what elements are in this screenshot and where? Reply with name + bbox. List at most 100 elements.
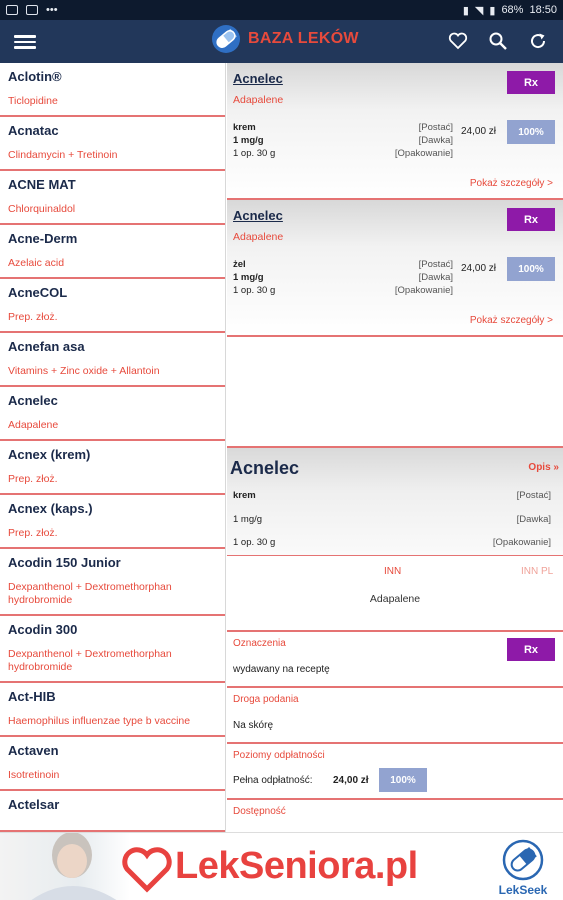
drug-name: Aclotin®	[8, 69, 62, 84]
drug-list-item[interactable]: Acnex (krem) Prep. złoż.	[0, 441, 225, 495]
drug-substance: Isotretinoin	[8, 769, 60, 781]
detail-form-row: krem [Postać]	[233, 490, 551, 501]
detail-dose-label: [Dawka]	[516, 514, 551, 525]
drug-list-item[interactable]: Acnatac Clindamycin + Tretinoin	[0, 117, 225, 171]
lekseek-logo[interactable]: LekSeek	[492, 839, 554, 897]
variant-price: 24,00 zł	[461, 263, 497, 274]
detail-pack: 1 op. 30 g	[233, 537, 276, 548]
drug-list-item[interactable]: Actelsar	[0, 791, 225, 832]
detail-title: Acnelec	[230, 458, 300, 478]
drug-substance: Prep. złoż.	[8, 527, 58, 539]
route-label: Droga podania	[233, 694, 299, 705]
variant-card[interactable]: Acnelec Adapalene Rx żel [Postać] 1 mg/g…	[227, 200, 563, 337]
drug-substance: Chlorquinaldol	[8, 203, 76, 215]
oznaczenia-value: wydawany na receptę	[233, 664, 330, 675]
drug-name: Acne-Derm	[8, 231, 78, 246]
drug-substance: Clindamycin + Tretinoin	[8, 149, 118, 161]
right-panel: Acnelec Adapalene Rx krem [Postać] 1 mg/…	[227, 63, 563, 832]
tab-inn-pl[interactable]: INN PL	[521, 566, 553, 577]
payment-section: Poziomy odpłatności Pełna odpłatność: 24…	[227, 744, 563, 800]
rx-badge[interactable]: Rx	[507, 71, 555, 94]
pill-logo-icon	[212, 25, 240, 53]
availability-label: Dostępność	[233, 806, 286, 817]
drug-name: Actelsar	[8, 797, 60, 812]
person-image	[31, 833, 117, 900]
drug-list-item[interactable]: ACNE MAT Chlorquinaldol	[0, 171, 225, 225]
show-details-link[interactable]: Pokaż szczegóły >	[470, 178, 553, 189]
drug-list-item[interactable]: Acodin 300 Dexpanthenol + Dextromethorpha…	[0, 616, 225, 683]
variant-inn: Adapalene	[233, 231, 284, 243]
detail-view: Acnelec Opis » krem [Postać] 1 mg/g [Daw…	[227, 448, 563, 832]
route-value: Na skórę	[233, 720, 274, 731]
variant-form-label: [Postać]	[418, 259, 453, 270]
description-link[interactable]: Opis »	[528, 462, 559, 473]
drug-list-item[interactable]: Aclotin® Ticlopidine	[0, 63, 225, 117]
variant-pack-row: 1 op. 30 g [Opakowanie]	[233, 147, 453, 160]
brand: BAZA LEKÓW	[210, 24, 359, 54]
drug-list-item[interactable]: Actaven Isotretinoin	[0, 737, 225, 791]
variant-card[interactable]: Acnelec Adapalene Rx krem [Postać] 1 mg/…	[227, 63, 563, 200]
rx-badge[interactable]: Rx	[507, 638, 555, 661]
drug-list-item[interactable]: Acne-Derm Azelaic acid	[0, 225, 225, 279]
refund-badge[interactable]: 100%	[507, 120, 555, 144]
variant-form: krem	[233, 122, 256, 133]
app-title: BAZA LEKÓW	[248, 30, 359, 47]
drug-name: Acnex (krem)	[8, 447, 91, 462]
status-bar: ••• ▮ ◥ ▮ 68% 18:50	[0, 0, 563, 20]
variant-form-row: krem [Postać]	[233, 121, 453, 134]
full-payment-label: Pełna odpłatność:	[233, 775, 313, 786]
drug-name: Acnex (kaps.)	[8, 501, 93, 516]
variant-dose-label: [Dawka]	[418, 272, 453, 283]
battery-level: 68%	[501, 4, 524, 16]
variant-pack-label: [Opakowanie]	[394, 148, 453, 159]
detail-dose-row: 1 mg/g [Dawka]	[233, 514, 551, 525]
variant-pack: 1 op. 30 g	[233, 148, 276, 159]
drug-name: Acodin 150 Junior	[8, 555, 121, 570]
ad-banner[interactable]: LekSeniora.pl LekSeek	[0, 832, 563, 900]
variant-props: żel [Postać] 1 mg/g [Dawka] 1 op. 30 g […	[233, 258, 453, 297]
appbar-actions	[445, 28, 551, 54]
menu-button[interactable]	[14, 32, 36, 50]
search-button[interactable]	[485, 28, 511, 54]
favorites-button[interactable]	[445, 28, 471, 54]
refund-badge[interactable]: 100%	[379, 768, 427, 792]
drug-list-item[interactable]: Acnex (kaps.) Prep. złoż.	[0, 495, 225, 549]
lekseek-label: LekSeek	[498, 883, 548, 897]
status-left: •••	[6, 4, 58, 16]
drug-list-item[interactable]: Acodin 150 Junior Dexpanthenol + Dextrome…	[0, 549, 225, 616]
show-details-link[interactable]: Pokaż szczegóły >	[470, 315, 553, 326]
hamburger-line	[14, 40, 36, 43]
drug-substance: Dexpanthenol + Dextromethorphan hydrobro…	[8, 581, 172, 606]
variant-dose-row: 1 mg/g [Dawka]	[233, 271, 453, 284]
variant-pack-label: [Opakowanie]	[394, 285, 453, 296]
full-payment-price: 24,00 zł	[333, 775, 369, 786]
heart-logo-icon	[122, 847, 172, 893]
route-section: Droga podania Na skórę	[227, 688, 563, 744]
variant-form-label: [Postać]	[418, 122, 453, 133]
drug-list-item[interactable]: Acnelec Adapalene	[0, 387, 225, 441]
variant-dose-row: 1 mg/g [Dawka]	[233, 134, 453, 147]
lekseek-pill-icon	[502, 839, 544, 881]
senior-photo	[0, 833, 130, 900]
hamburger-line	[14, 35, 36, 38]
variant-props: krem [Postać] 1 mg/g [Dawka] 1 op. 30 g …	[233, 121, 453, 160]
drug-substance	[8, 823, 217, 830]
wifi-icon: ◥	[474, 4, 484, 17]
drug-list-item[interactable]: AcneCOL Prep. złoż.	[0, 279, 225, 333]
refund-badge[interactable]: 100%	[507, 257, 555, 281]
oznaczenia-section: Oznaczenia wydawany na receptę Rx	[227, 632, 563, 688]
rx-badge[interactable]: Rx	[507, 208, 555, 231]
inn-value: Adapalene	[369, 593, 421, 605]
variant-dose: 1 mg/g	[233, 272, 264, 283]
drug-list-item[interactable]: Acnefan asa Vitamins + Zinc oxide + Allan…	[0, 333, 225, 387]
drug-list-item[interactable]: Act-HIB Haemophilus influenzae type b vac…	[0, 683, 225, 737]
drug-name: AcneCOL	[8, 285, 68, 300]
drug-name: ACNE MAT	[8, 177, 76, 192]
refresh-button[interactable]	[525, 28, 551, 54]
notification-icon	[6, 5, 18, 15]
detail-pack-row: 1 op. 30 g [Opakowanie]	[233, 537, 551, 548]
drug-name: Act-HIB	[8, 689, 56, 704]
variant-pack: 1 op. 30 g	[233, 285, 276, 296]
variant-form-row: żel [Postać]	[233, 258, 453, 271]
tab-inn[interactable]: INN	[384, 566, 401, 577]
